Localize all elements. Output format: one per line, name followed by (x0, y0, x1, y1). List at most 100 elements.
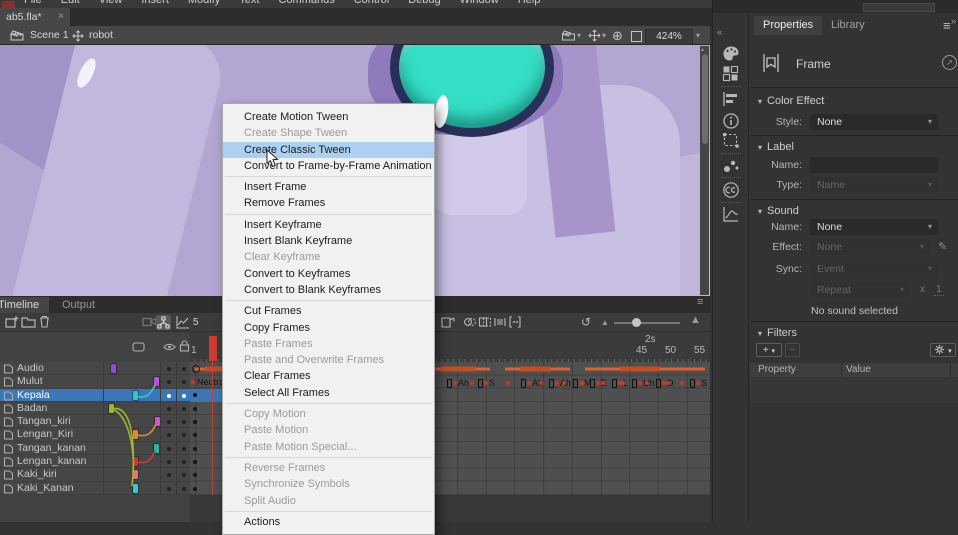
frame-label[interactable]: D (656, 378, 674, 388)
menu-item[interactable]: Debug (408, 0, 440, 7)
layer-visibility-dot[interactable] (167, 367, 171, 371)
layer-visibility-dot[interactable] (167, 433, 171, 437)
layer-parent-swatch[interactable] (133, 457, 138, 466)
frame-label[interactable]: S (690, 378, 707, 388)
layer-lock-dot[interactable] (182, 367, 186, 371)
frame-label[interactable]: Ah (549, 378, 571, 388)
playhead[interactable] (209, 336, 217, 361)
layer-lock-dot[interactable] (182, 433, 186, 437)
sound-name-select[interactable]: None▾ (810, 219, 938, 235)
edit-scene-icon[interactable] (561, 30, 576, 41)
scrollbar-thumb[interactable] (702, 54, 708, 144)
remove-filter-button[interactable]: − (785, 343, 800, 357)
onion-skin-outlines-icon[interactable] (478, 315, 492, 329)
menu-item[interactable]: File (24, 0, 42, 7)
edit-scene-chevron-icon[interactable]: ▾ (577, 31, 581, 40)
edit-symbols-icon[interactable] (588, 29, 601, 42)
timeline-zoom-slider-knob[interactable] (632, 318, 641, 327)
layer-lock-dot[interactable] (182, 447, 186, 451)
layer-visibility-dot[interactable] (167, 460, 171, 464)
layer-parent-swatch[interactable] (133, 430, 138, 439)
tab-output[interactable]: Output (52, 297, 105, 313)
layer-row[interactable]: Badan (0, 402, 190, 415)
add-filter-button[interactable]: + ▾ (756, 343, 782, 357)
swatches-panel-icon[interactable] (722, 65, 740, 82)
color-panel-icon[interactable] (722, 45, 740, 62)
menu-item[interactable]: Commands (278, 0, 334, 7)
tab-properties[interactable]: Properties (754, 16, 822, 35)
layer-lock-dot[interactable] (182, 460, 186, 464)
layer-parent-swatch[interactable] (133, 391, 138, 400)
graph-view-icon[interactable] (175, 315, 190, 329)
layer-row[interactable]: Kaki_Kanan (0, 482, 190, 495)
menu-item[interactable]: Text (239, 0, 259, 7)
menu-item[interactable]: Insert (141, 0, 169, 7)
layer-row[interactable]: Tangan_kanan (0, 442, 190, 455)
layer-visibility-dot[interactable] (167, 420, 171, 424)
tab-library[interactable]: Library (822, 16, 874, 35)
keyframe-dot[interactable] (193, 473, 197, 477)
camera-column-icon[interactable] (132, 342, 145, 352)
layer-parent-swatch[interactable] (109, 404, 114, 413)
workspace-switcher[interactable] (863, 3, 935, 12)
expand-panels-icon[interactable]: » (951, 16, 956, 26)
layer-lock-dot[interactable] (182, 487, 186, 491)
transform-panel-icon[interactable] (722, 132, 740, 149)
layer-row[interactable]: Kepala (0, 389, 190, 402)
camera-icon[interactable] (142, 315, 157, 328)
context-menu-item[interactable]: Copy Frames (223, 320, 434, 336)
lock-icon[interactable] (179, 340, 190, 352)
context-menu-item[interactable]: Insert Keyframe (223, 217, 434, 233)
frame-label[interactable]: Uh (632, 378, 655, 388)
stage-zoom-chevron-icon[interactable]: ▾ (696, 31, 700, 40)
layer-lock-dot[interactable] (182, 394, 186, 398)
frame-label[interactable]: L (612, 378, 628, 388)
history-panel-icon[interactable] (722, 206, 740, 223)
context-menu-item[interactable]: Paste Motion (223, 422, 434, 438)
keyframe-dot[interactable] (193, 407, 197, 411)
layer-lock-dot[interactable] (182, 420, 186, 424)
timeline-zoom-slider[interactable] (614, 322, 680, 324)
frame-label[interactable]: S (478, 378, 495, 388)
help-arrow-icon[interactable]: ↗ (942, 55, 957, 70)
context-menu-item[interactable]: Paste Frames (223, 336, 434, 352)
tab-timeline[interactable]: Timeline (0, 297, 49, 313)
context-menu-item[interactable]: Insert Frame (223, 179, 434, 195)
keyframe-dot[interactable] (193, 460, 197, 464)
context-menu-item[interactable]: Split Audio (223, 493, 434, 509)
breadcrumb-scene[interactable]: Scene 1 (30, 26, 69, 45)
context-menu-item[interactable]: Remove Frames (223, 195, 434, 211)
context-menu-item[interactable]: Convert to Frame-by-Frame Animation (223, 158, 434, 174)
context-menu-item[interactable]: Clear Frames (223, 368, 434, 384)
style-select[interactable]: None▾ (810, 114, 938, 130)
new-folder-icon[interactable] (21, 315, 36, 329)
frame-label[interactable]: Ah (447, 378, 469, 388)
layer-row[interactable]: Audio (0, 362, 190, 375)
brush-library-panel-icon[interactable] (722, 157, 740, 174)
context-menu-item[interactable]: Copy Motion (223, 406, 434, 422)
center-stage-icon[interactable]: ⊕ (612, 26, 623, 45)
layer-parent-swatch[interactable] (111, 364, 116, 373)
layer-parent-swatch[interactable] (154, 444, 159, 453)
context-menu-item[interactable]: Paste and Overwrite Frames (223, 352, 434, 368)
menu-item[interactable]: Modify (188, 0, 220, 7)
close-icon[interactable]: × (58, 8, 64, 26)
keyframe-hollow[interactable] (192, 365, 200, 373)
document-tab[interactable]: ab5.fla* × (0, 8, 70, 26)
clip-content-icon[interactable] (631, 31, 642, 42)
layer-visibility-dot[interactable] (167, 394, 171, 398)
layer-row[interactable]: Tangan_kiri (0, 415, 190, 428)
keyframe-red-dot[interactable] (680, 381, 684, 385)
keyframe-red-dot[interactable] (506, 381, 510, 385)
timeline-zoom-out-icon[interactable]: ▲ (601, 315, 609, 331)
keyframe-dot[interactable] (193, 420, 197, 424)
layer-lock-dot[interactable] (182, 407, 186, 411)
layer-visibility-dot[interactable] (167, 407, 171, 411)
layer-lock-dot[interactable] (182, 473, 186, 477)
edit-sound-pencil-icon[interactable]: ✎ (938, 240, 947, 253)
layer-visibility-dot[interactable] (167, 487, 171, 491)
layer-visibility-dot[interactable] (167, 473, 171, 477)
layer-parent-swatch[interactable] (133, 484, 138, 493)
layer-row[interactable]: Lengan_kanan (0, 455, 190, 468)
menu-item[interactable]: Window (460, 0, 499, 7)
